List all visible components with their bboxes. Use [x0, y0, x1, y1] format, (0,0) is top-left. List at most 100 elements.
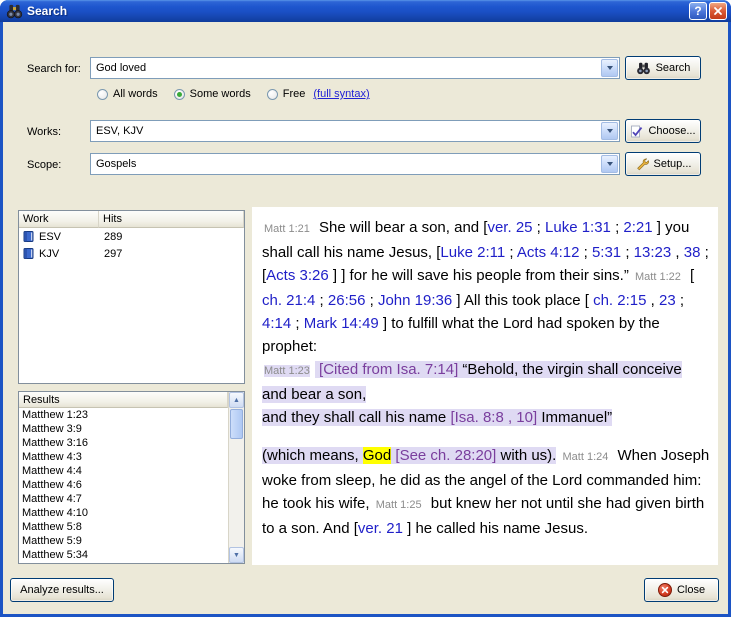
search-for-label: Search for: — [27, 63, 81, 75]
close-button-label: Close — [677, 584, 705, 596]
scripture-ref[interactable]: ver. 25 — [487, 219, 532, 236]
scripture-ref[interactable]: ver. 21 — [358, 520, 403, 537]
list-item[interactable]: Matthew 5:9 — [19, 534, 228, 548]
scripture-ref[interactable]: John 19:36 — [378, 292, 452, 309]
verse-text: Immanuel” — [537, 409, 612, 426]
table-row[interactable]: ESV 289 — [19, 228, 244, 245]
scripture-ref[interactable]: [See ch. 28:20] — [395, 447, 496, 464]
verse-text: ] All this took place [ — [452, 292, 593, 309]
window-close-button[interactable] — [709, 2, 727, 20]
column-header-hits[interactable]: Hits — [99, 211, 244, 228]
results-scrollbar[interactable]: ▲ ▼ — [228, 392, 244, 563]
hits-table: Work Hits ESV 289 KJV — [18, 210, 245, 384]
list-item[interactable]: Matthew 4:4 — [19, 464, 228, 478]
close-x-icon — [713, 6, 723, 16]
verse-text: ] he called his name Jesus. — [403, 520, 588, 537]
binoculars-icon — [636, 62, 651, 75]
scripture-ref[interactable]: Luke 2:11 — [440, 244, 505, 261]
verse-text: with us). — [496, 447, 556, 464]
scripture-ref[interactable]: 2:21 — [623, 219, 652, 236]
verse-text: ; — [365, 292, 378, 309]
verse-text: She will bear a son, and [ — [315, 219, 488, 236]
verse-text: , — [646, 292, 659, 309]
table-row[interactable]: KJV 297 — [19, 245, 244, 262]
book-icon — [22, 230, 35, 243]
verse-number: Matt 1:24 — [563, 451, 609, 463]
binoculars-icon — [6, 3, 24, 19]
scripture-ref[interactable]: 4:14 — [262, 315, 291, 332]
scripture-ref[interactable]: Mark 14:49 — [304, 315, 379, 332]
list-item[interactable]: Matthew 5:8 — [19, 520, 228, 534]
radio-all-words[interactable]: All words — [97, 88, 158, 100]
radio-label: Some words — [190, 88, 251, 100]
scripture-ref[interactable]: Acts 4:12 — [517, 244, 580, 261]
results-header[interactable]: Results — [19, 392, 228, 408]
verse-number: Matt 1:25 — [376, 499, 422, 511]
list-item[interactable]: Matthew 4:10 — [19, 506, 228, 520]
list-item[interactable]: Matthew 3:9 — [19, 422, 228, 436]
verse-number: Matt 1:21 — [264, 223, 310, 235]
scroll-down-button[interactable]: ▼ — [229, 547, 244, 563]
search-button[interactable]: Search — [625, 56, 701, 80]
analyze-button-label: Analyze results... — [20, 584, 104, 596]
verse-text: ; — [533, 219, 546, 236]
verse-text: ] ] for he will save his people from the… — [329, 267, 633, 284]
verse-text: God — [363, 447, 391, 464]
scripture-ref[interactable]: 5:31 — [592, 244, 621, 261]
titlebar[interactable]: Search ? — [0, 0, 731, 22]
list-item[interactable]: Matthew 3:16 — [19, 436, 228, 450]
work-name: ESV — [39, 231, 61, 243]
scripture-ref[interactable]: [Isa. 8:8 , 10] — [450, 409, 537, 426]
radio-free[interactable]: Free — [267, 88, 306, 100]
close-button[interactable]: Close — [644, 578, 719, 602]
analyze-results-button[interactable]: Analyze results... — [10, 578, 114, 602]
verse-text: and they shall call his name — [262, 409, 450, 426]
verse-text: ; — [291, 315, 304, 332]
results-panel: Results Matthew 1:23Matthew 3:9Matthew 3… — [18, 391, 245, 564]
list-item[interactable]: Matthew 5:34 — [19, 548, 228, 562]
close-icon — [658, 583, 672, 597]
full-syntax-link[interactable]: (full syntax) — [313, 88, 369, 100]
list-item[interactable]: Matthew 4:7 — [19, 492, 228, 506]
scripture-ref[interactable]: Acts 3:26 — [266, 267, 329, 284]
verse-text: ; — [579, 244, 592, 261]
verse-text: ; — [505, 244, 517, 261]
scroll-up-button[interactable]: ▲ — [229, 392, 244, 408]
setup-button-label: Setup... — [654, 158, 692, 170]
list-item[interactable]: Matthew 1:23 — [19, 408, 228, 422]
radio-unselected-icon — [97, 89, 108, 100]
scope-combobox[interactable]: Gospels — [90, 153, 620, 175]
preview-pane: Matt 1:21 She will bear a son, and [ver.… — [252, 207, 718, 565]
scripture-ref[interactable]: ch. 2:15 — [593, 292, 646, 309]
verse-number: Matt 1:22 — [635, 271, 681, 283]
work-name: KJV — [39, 248, 59, 260]
list-item[interactable]: Matthew 4:6 — [19, 478, 228, 492]
results-list: Matthew 1:23Matthew 3:9Matthew 3:16Matth… — [19, 408, 228, 562]
scripture-ref[interactable]: Luke 1:31 — [545, 219, 611, 236]
scripture-ref[interactable]: 23 — [659, 292, 676, 309]
list-item[interactable]: Matthew 4:3 — [19, 450, 228, 464]
scripture-ref[interactable]: 38 — [684, 244, 701, 261]
column-header-work[interactable]: Work — [19, 211, 99, 228]
help-button[interactable]: ? — [689, 2, 707, 20]
choose-button-label: Choose... — [648, 125, 695, 137]
scope-setup-button[interactable]: Setup... — [625, 152, 701, 176]
dropdown-arrow-icon[interactable] — [601, 59, 618, 77]
scripture-ref[interactable]: ch. 21:4 — [262, 292, 315, 309]
dialog-body: Search for: God loved Search — [3, 22, 728, 614]
verse-text: “Behold, the virgin shall conceive — [458, 361, 681, 378]
works-combobox[interactable]: ESV, KJV — [90, 120, 620, 142]
scrollbar-thumb[interactable] — [230, 409, 243, 439]
wrench-icon — [635, 157, 649, 171]
scripture-ref[interactable]: 13:23 — [634, 244, 672, 261]
choose-works-button[interactable]: Choose... — [625, 119, 701, 143]
dropdown-arrow-icon[interactable] — [601, 155, 618, 173]
search-dialog: Search ? Search for: God loved — [0, 0, 731, 617]
window-title: Search — [27, 4, 687, 18]
search-for-combobox[interactable]: God loved — [90, 57, 620, 79]
dropdown-arrow-icon[interactable] — [601, 122, 618, 140]
scripture-ref[interactable]: 26:56 — [328, 292, 366, 309]
scripture-ref[interactable]: [Cited from Isa. 7:14] — [319, 361, 458, 378]
verse-text: (which means, — [262, 447, 363, 464]
radio-some-words[interactable]: Some words — [174, 88, 251, 100]
